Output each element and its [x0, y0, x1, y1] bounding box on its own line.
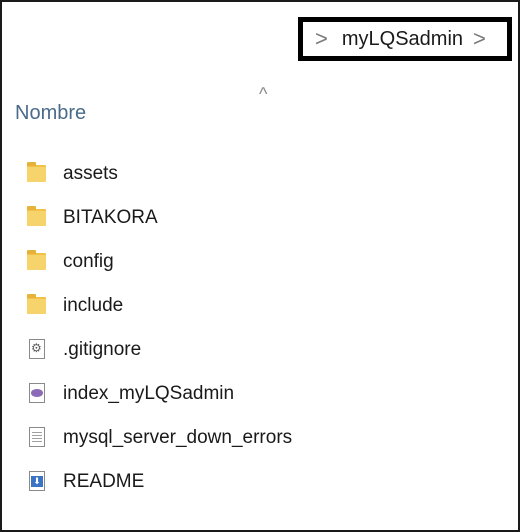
php-file-icon: [29, 383, 45, 403]
column-header: ^ Nombre: [2, 72, 518, 132]
list-item-label: include: [63, 295, 124, 316]
list-item-label: .gitignore: [63, 339, 142, 360]
folder-icon: [27, 206, 46, 226]
settings-file-icon: ⚙: [29, 339, 45, 359]
folder-icon: [27, 250, 46, 270]
list-item-bitakora[interactable]: BITAKORA: [2, 196, 518, 240]
breadcrumb-chevron-icon[interactable]: >: [315, 28, 328, 50]
breadcrumb-current-folder[interactable]: myLQSadmin: [342, 28, 463, 51]
list-item-mysql-server-down-errors[interactable]: mysql_server_down_errors: [2, 416, 518, 460]
sort-ascending-icon: ^: [259, 84, 268, 104]
breadcrumb-expand-chevron-icon[interactable]: >: [473, 28, 486, 50]
folder-icon: [27, 294, 46, 314]
list-item-label: BITAKORA: [63, 207, 158, 228]
file-explorer-window: > myLQSadmin > ^ Nombre assets BITAKORA …: [0, 0, 520, 532]
list-item-label: config: [63, 251, 114, 272]
column-header-name[interactable]: Nombre: [15, 102, 86, 125]
list-item-label: index_myLQSadmin: [63, 383, 235, 404]
breadcrumb[interactable]: > myLQSadmin >: [298, 17, 512, 61]
list-item-label: README: [63, 471, 145, 492]
folder-icon: [27, 162, 46, 182]
list-item-config[interactable]: config: [2, 240, 518, 284]
list-item-label: assets: [63, 163, 118, 184]
file-list: assets BITAKORA config include ⚙ .gitign…: [2, 152, 518, 504]
markdown-file-icon: ⬇: [29, 471, 45, 491]
list-item-label: mysql_server_down_errors: [63, 427, 293, 448]
address-bar: > myLQSadmin >: [2, 2, 518, 73]
list-item-readme[interactable]: ⬇ README: [2, 460, 518, 504]
list-item-include[interactable]: include: [2, 284, 518, 328]
list-item-gitignore[interactable]: ⚙ .gitignore: [2, 328, 518, 372]
list-item-assets[interactable]: assets: [2, 152, 518, 196]
list-item-index-mylqsadmin[interactable]: index_myLQSadmin: [2, 372, 518, 416]
text-file-icon: [29, 427, 45, 447]
